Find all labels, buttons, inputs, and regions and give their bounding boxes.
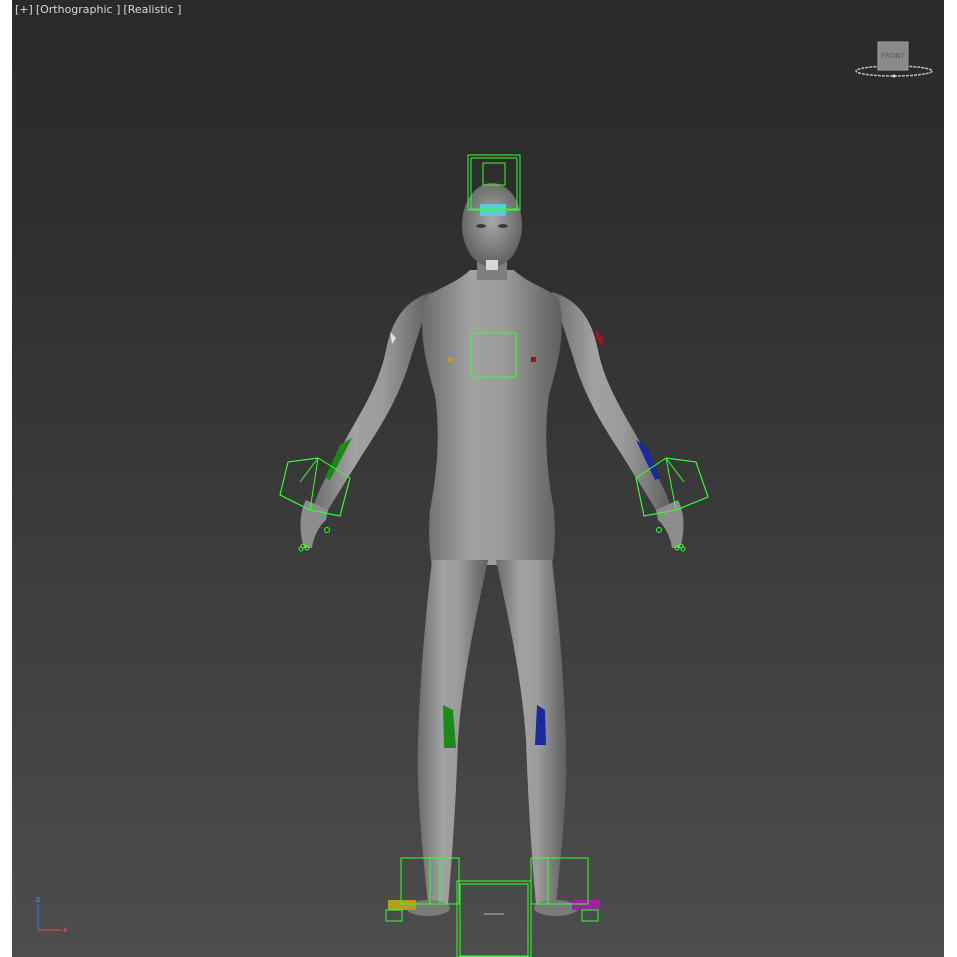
right-toe-marker [572,900,600,910]
viewcube[interactable]: FRONT [848,38,940,84]
viewcube-face-label: FRONT [881,52,906,60]
left-toe-marker [388,900,416,910]
right-foot [534,900,578,916]
character-model-scene[interactable] [12,0,944,957]
axis-tripod: z x [30,892,80,937]
viewport-front-orthographic[interactable]: [+] [Orthographic ] [Realistic ] FRONT z… [12,0,944,957]
character-body [300,183,684,916]
axis-x-label: x [63,925,68,934]
torso [422,270,562,565]
root-control-gizmo [456,880,532,957]
left-arm [312,292,432,520]
right-leg [496,560,567,905]
axis-z-label: z [36,895,40,904]
right-arm [552,292,672,520]
